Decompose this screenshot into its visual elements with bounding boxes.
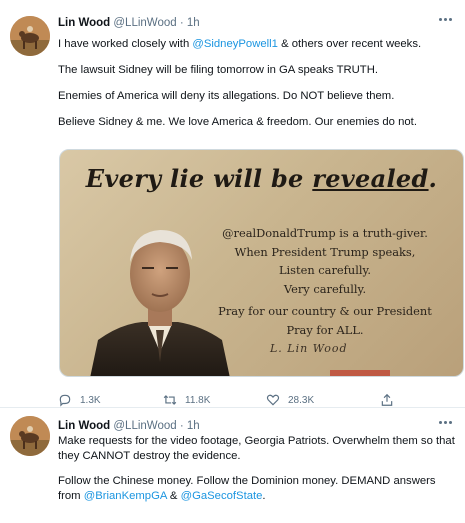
image-quote-line: Pray for our country & our President bbox=[218, 304, 432, 318]
author-name[interactable]: Lin Wood bbox=[58, 420, 110, 432]
image-title: Every lie will be revealed. bbox=[60, 164, 463, 193]
separator: · bbox=[179, 17, 184, 29]
tweet-content: Lin Wood @LLinWood · 1h Make requests fo… bbox=[58, 418, 457, 514]
image-title-emphasis: revealed bbox=[312, 164, 429, 193]
text-segment: . bbox=[262, 490, 266, 502]
avatar[interactable] bbox=[10, 16, 50, 56]
tweet-header: Lin Wood @LLinWood · 1h bbox=[58, 418, 457, 434]
mention-link[interactable]: @BrianKempGA bbox=[84, 490, 167, 502]
separator: · bbox=[179, 420, 184, 432]
tweet-text: Follow the Chinese money. Follow the Dom… bbox=[58, 474, 457, 504]
tweet-image[interactable]: Every lie will be revealed. @realDonaldT… bbox=[59, 149, 464, 377]
reply-count: 1.3K bbox=[80, 394, 101, 406]
timestamp[interactable]: 1h bbox=[187, 420, 200, 432]
image-quote-line: @realDonaldTrump is a truth-giver. bbox=[222, 226, 428, 240]
author-handle[interactable]: @LLinWood bbox=[113, 420, 176, 432]
image-signature: L. Lin Wood bbox=[270, 342, 348, 355]
text-segment: & others over recent weeks. bbox=[277, 38, 422, 50]
avatar[interactable] bbox=[10, 416, 50, 456]
image-title-text: Every lie will be bbox=[85, 164, 313, 193]
share-button[interactable] bbox=[380, 393, 394, 407]
more-icon[interactable] bbox=[439, 15, 453, 23]
image-quote: @realDonaldTrump is a truth-giver. When … bbox=[200, 224, 450, 298]
timestamp[interactable]: 1h bbox=[187, 17, 200, 29]
tweet[interactable]: Lin Wood @LLinWood · 1h I have worked cl… bbox=[0, 0, 465, 408]
tweet-text: Believe Sidney & me. We love America & f… bbox=[58, 116, 417, 128]
tweet-actions: 1.3K 11.8K 28.3K bbox=[58, 393, 458, 409]
text-segment: & bbox=[166, 490, 181, 502]
tweet-text: Enemies of America will deny its allegat… bbox=[58, 90, 395, 102]
author-name[interactable]: Lin Wood bbox=[58, 17, 110, 29]
tweet-text: Make requests for the video footage, Geo… bbox=[58, 435, 455, 462]
tweet-text: I have worked closely with @SidneyPowell… bbox=[58, 37, 457, 52]
retweet-count: 11.8K bbox=[185, 394, 211, 406]
image-decoration bbox=[330, 370, 390, 376]
text-segment: I have worked closely with bbox=[58, 38, 193, 50]
mention-link[interactable]: @GaSecofState bbox=[181, 490, 263, 502]
tweet-content: Lin Wood @LLinWood · 1h I have worked cl… bbox=[58, 15, 464, 407]
image-quote: Pray for our country & our President Pra… bbox=[200, 302, 450, 339]
author-handle[interactable]: @LLinWood bbox=[113, 17, 176, 29]
reply-icon bbox=[59, 394, 71, 407]
reply-button[interactable]: 1.3K bbox=[58, 393, 101, 407]
retweet-icon bbox=[163, 395, 177, 405]
share-icon bbox=[381, 393, 393, 406]
tweet-header: Lin Wood @LLinWood · 1h bbox=[58, 15, 457, 31]
like-count: 28.3K bbox=[288, 394, 315, 406]
heart-icon bbox=[266, 394, 280, 406]
image-title-text: . bbox=[428, 164, 438, 193]
like-button[interactable]: 28.3K bbox=[266, 393, 314, 407]
tweet-text: The lawsuit Sidney will be filing tomorr… bbox=[58, 64, 378, 76]
tweet[interactable]: Lin Wood @LLinWood · 1h Make requests fo… bbox=[0, 409, 465, 523]
image-quote-line: When President Trump speaks, bbox=[234, 244, 416, 259]
retweet-button[interactable]: 11.8K bbox=[163, 393, 210, 407]
mention-link[interactable]: @SidneyPowell1 bbox=[192, 38, 278, 50]
image-quote-line: Listen carefully. bbox=[278, 263, 372, 277]
image-quote-line: Very carefully. bbox=[283, 281, 367, 296]
image-quote-line: Pray for ALL. bbox=[286, 322, 364, 337]
more-icon[interactable] bbox=[439, 418, 453, 426]
